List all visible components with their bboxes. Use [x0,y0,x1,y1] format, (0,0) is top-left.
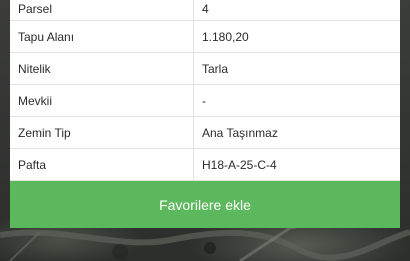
row-key-mevkii: Mevkii [10,84,194,117]
row-value-nitelik: Tarla [193,52,400,85]
row-value-parsel: 4 [193,0,400,21]
row-value-zemin-tip: Ana Taşınmaz [193,116,400,149]
row-value-pafta: H18-A-25-C-4 [193,148,400,181]
row-key-nitelik: Nitelik [10,52,194,85]
row-value-tapu-alani: 1.180,20 [193,20,400,53]
row-key-tapu-alani: Tapu Alanı [10,20,194,53]
table-row-nitelik: Nitelik Tarla [10,52,400,85]
row-value-mevkii: - [193,84,400,117]
table-row-parsel: Parsel 4 [10,0,400,21]
row-key-pafta: Pafta [10,148,194,181]
table-row-zemin-tip: Zemin Tip Ana Taşınmaz [10,116,400,149]
add-to-favorites-button[interactable]: Favorilere ekle [10,181,400,228]
parcel-info-card: Parsel 4 Tapu Alanı 1.180,20 Nitelik Tar… [10,0,400,228]
row-key-zemin-tip: Zemin Tip [10,116,194,149]
table-row-pafta: Pafta H18-A-25-C-4 [10,148,400,181]
row-key-parsel: Parsel [10,0,194,21]
table-row-tapu-alani: Tapu Alanı 1.180,20 [10,20,400,53]
table-row-mevkii: Mevkii - [10,84,400,117]
parcel-details-table: Parsel 4 Tapu Alanı 1.180,20 Nitelik Tar… [10,0,400,181]
